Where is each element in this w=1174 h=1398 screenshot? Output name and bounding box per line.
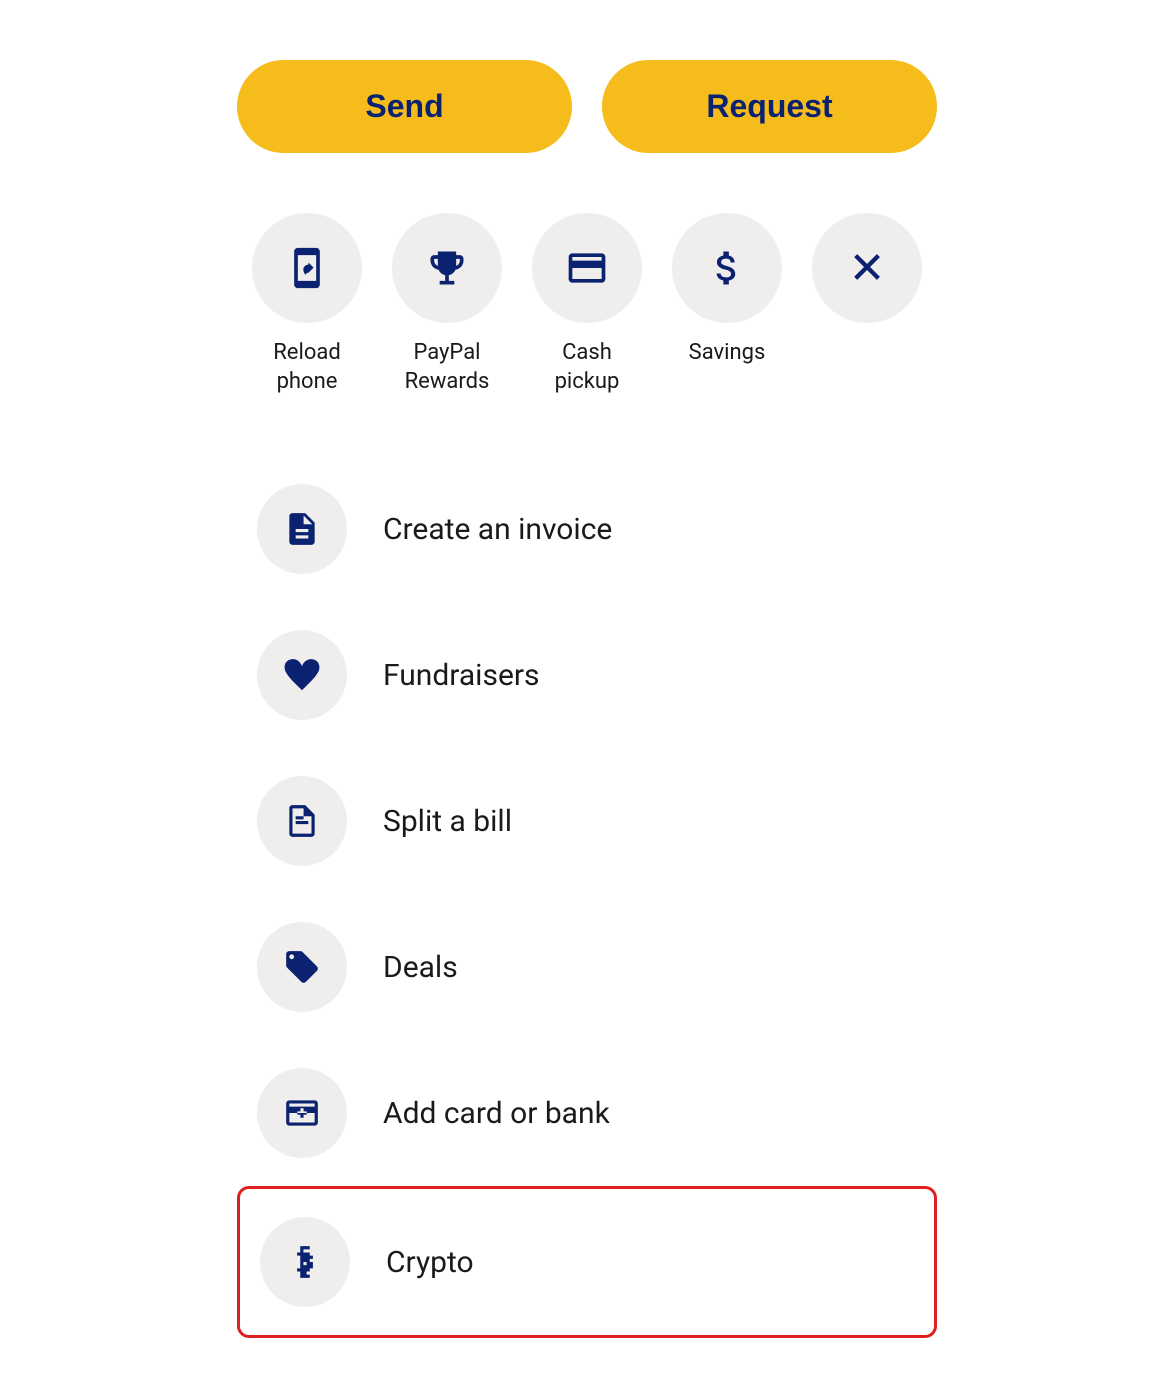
invoice-icon — [283, 510, 321, 548]
list-items-container: Create an invoice Fundraisers Split a bi… — [237, 456, 937, 1338]
request-button[interactable]: Request — [602, 60, 937, 153]
list-item-fundraisers[interactable]: Fundraisers — [237, 602, 937, 748]
quick-action-paypal-rewards[interactable]: PayPalRewards — [377, 213, 517, 396]
list-item-deals[interactable]: Deals — [237, 894, 937, 1040]
add-card-bank-label: Add card or bank — [383, 1096, 610, 1131]
trophy-icon — [425, 246, 469, 290]
deals-circle — [257, 922, 347, 1012]
savings-circle — [672, 213, 782, 323]
fundraisers-circle — [257, 630, 347, 720]
create-invoice-label: Create an invoice — [383, 512, 612, 547]
split-bill-icon — [283, 802, 321, 840]
savings-label: Savings — [689, 339, 766, 368]
reload-phone-icon — [285, 246, 329, 290]
deals-icon — [283, 948, 321, 986]
cash-pickup-icon — [565, 246, 609, 290]
add-card-icon — [283, 1094, 321, 1132]
split-bill-label: Split a bill — [383, 804, 512, 839]
add-card-bank-circle — [257, 1068, 347, 1158]
close-circle: ✕ — [812, 213, 922, 323]
list-item-split-bill[interactable]: Split a bill — [237, 748, 937, 894]
quick-action-savings[interactable]: Savings — [657, 213, 797, 368]
crypto-label: Crypto — [386, 1245, 474, 1280]
paypal-rewards-circle — [392, 213, 502, 323]
fundraisers-icon — [283, 656, 321, 694]
list-item-create-invoice[interactable]: Create an invoice — [237, 456, 937, 602]
reload-phone-label: Reloadphone — [273, 339, 341, 396]
paypal-rewards-label: PayPalRewards — [405, 339, 490, 396]
cash-pickup-circle — [532, 213, 642, 323]
quick-actions-row: Reloadphone PayPalRewards Cashpickup — [237, 213, 937, 396]
quick-action-cash-pickup[interactable]: Cashpickup — [517, 213, 657, 396]
quick-action-reload-phone[interactable]: Reloadphone — [237, 213, 377, 396]
crypto-circle — [260, 1217, 350, 1307]
list-item-add-card-bank[interactable]: Add card or bank — [237, 1040, 937, 1186]
fundraisers-label: Fundraisers — [383, 658, 540, 693]
main-container: Send Request Reloadphone PayPalRewards — [237, 60, 937, 1338]
list-item-crypto[interactable]: Crypto — [237, 1186, 937, 1338]
reload-phone-circle — [252, 213, 362, 323]
cash-pickup-label: Cashpickup — [555, 339, 620, 396]
action-buttons-row: Send Request — [237, 60, 937, 153]
send-button[interactable]: Send — [237, 60, 572, 153]
create-invoice-circle — [257, 484, 347, 574]
close-icon: ✕ — [849, 242, 886, 294]
deals-label: Deals — [383, 950, 458, 985]
quick-action-close[interactable]: ✕ — [797, 213, 937, 339]
crypto-icon — [286, 1243, 324, 1281]
split-bill-circle — [257, 776, 347, 866]
savings-icon — [705, 246, 749, 290]
